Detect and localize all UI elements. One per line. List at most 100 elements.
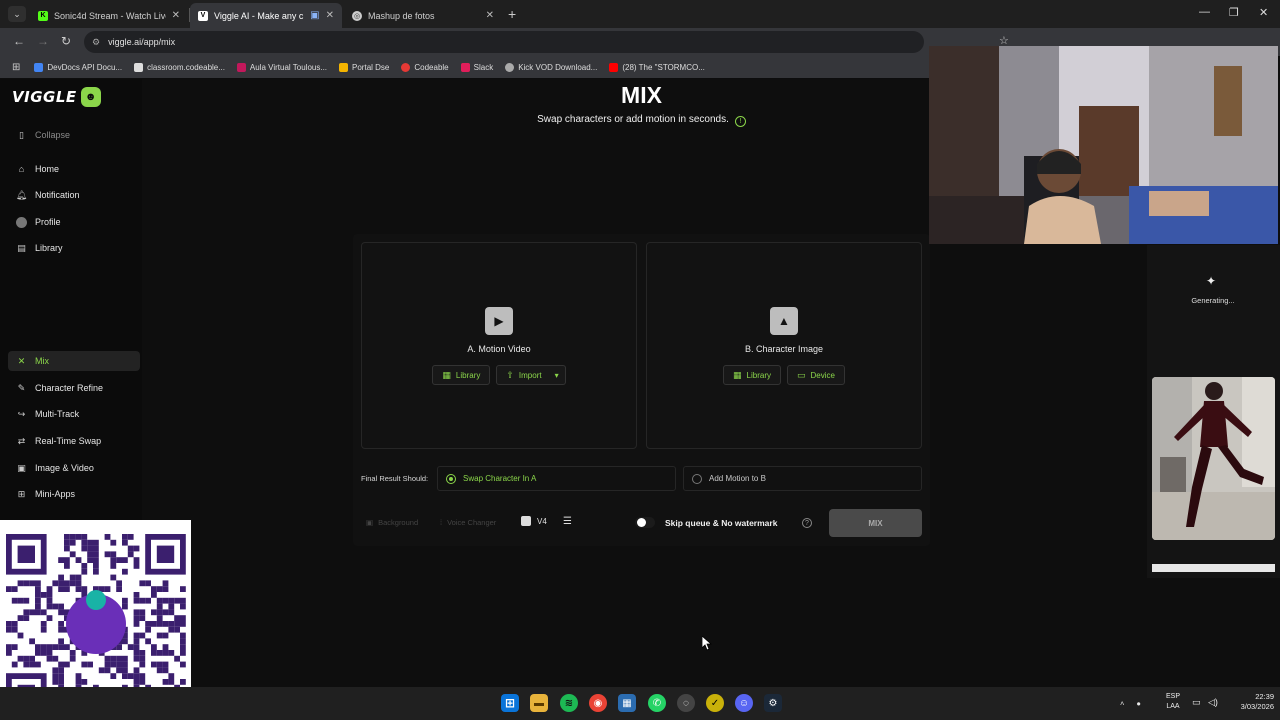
sidebar-item-image-video[interactable]: ▣ Image & Video [8,458,140,478]
add-motion-option[interactable]: Add Motion to B [683,466,922,491]
motion-video-dropzone[interactable]: ▶ A. Motion Video ▦ Library ⇧ Import ▾ [361,242,637,449]
tab-label: Viggle AI - Make any chara [214,10,304,21]
site-info-icon[interactable]: ⚙ [92,37,100,48]
result-thumbnail-partial[interactable] [1152,564,1275,572]
bookmark-label: Slack [473,62,494,72]
close-icon[interactable]: ✕ [486,10,494,21]
file-explorer-icon[interactable]: ▬ [530,694,548,712]
steam-icon[interactable]: ⚙ [764,694,782,712]
taskbar-clock[interactable]: 22:39 3/03/2026 [1224,692,1274,712]
new-tab-button[interactable]: + [508,6,516,22]
info-icon[interactable]: ! [734,116,746,127]
close-icon[interactable]: ✕ [172,10,180,21]
back-arrow-icon[interactable]: ← [13,34,25,48]
whatsapp-icon[interactable]: ✆ [648,694,666,712]
chevron-up-icon[interactable]: ˄ [1120,699,1124,708]
model-selector[interactable]: V4 [521,516,547,526]
cube-icon [521,516,531,526]
help-icon[interactable]: ? [802,518,812,528]
bookmark-portal-dse[interactable]: Portal Dse [339,62,389,72]
result-thumbnail[interactable] [1152,377,1275,540]
swap-icon: ⇄ [17,435,26,446]
apps-grid-icon[interactable]: ⊞ [12,62,20,73]
skip-queue-toggle[interactable] [635,517,655,528]
volume-icon[interactable]: ◁) [1208,697,1218,708]
device-button[interactable]: ▭ Device [787,365,845,385]
spotify-icon[interactable]: ≋ [560,694,578,712]
settings-sliders-icon[interactable]: ☰ [561,515,574,528]
tab-sonic4d[interactable]: K Sonic4d Stream - Watch Live on ✕ [30,3,188,28]
tab-label: Sonic4d Stream - Watch Live on [54,10,166,21]
language-indicator[interactable]: ESP LAA [1160,692,1186,712]
sidebar-item-label: Multi-Track [35,409,80,419]
character-image-actions: ▦ Library ▭ Device [647,365,921,385]
system-tray: ˄ ● [1120,691,1141,715]
tab-mashup[interactable]: ◎ Mashup de fotos ✕ [344,3,502,28]
sidebar-item-real-time-swap[interactable]: ⇄ Real-Time Swap [8,431,140,451]
viggle-logo[interactable]: VIGGLE ☻ [12,87,101,107]
restore-icon[interactable]: ❐ [1229,6,1239,19]
skip-queue-label: Skip queue & No watermark [665,518,778,528]
bookmark-aula-virtual[interactable]: Aula Virtual Toulous... [236,62,327,72]
character-library-button[interactable]: ▦ Library [723,365,781,385]
collapse-button[interactable]: ▯ Collapse [8,125,140,145]
close-icon[interactable]: ✕ [326,10,334,21]
photos-icon[interactable]: ▦ [618,694,636,712]
model-label: V4 [537,516,547,526]
character-image-dropzone[interactable]: ▲ B. Character Image ▦ Library ▭ Device [646,242,922,449]
norton-icon[interactable]: ✓ [706,694,724,712]
address-bar[interactable]: ⚙ viggle.ai/app/mix [84,31,924,53]
microphone-icon[interactable]: ● [1136,699,1141,708]
network-icon[interactable]: ▭ [1192,697,1201,708]
voice-changer-option[interactable]: ⁞ Voice Changer [440,518,496,527]
sidebar-collapse-icon: ▯ [19,129,24,140]
button-label: Library [746,370,771,380]
background-icon: ▣ [366,518,374,527]
radio-unselected-icon [692,473,702,484]
reload-icon[interactable]: ↻ [61,34,71,48]
background-option[interactable]: ▣ Background [366,518,418,527]
windows-start-icon[interactable]: ⊞ [501,694,519,712]
brand-wordmark: VIGGLE [12,88,77,106]
collapse-label: Collapse [35,130,71,140]
sidebar-item-multi-track[interactable]: ↪ Multi-Track [8,404,140,424]
sidebar-item-mix[interactable]: ✕ Mix [8,351,140,371]
toggle-knob [637,518,646,527]
sidebar-item-label: Image & Video [35,463,94,473]
import-dropdown-button[interactable]: ▾ [548,365,566,385]
sidebar-item-notification[interactable]: 🔔︎ Notification [8,185,140,205]
swap-character-option[interactable]: Swap Character In A [437,466,676,491]
window-close-icon[interactable]: ✕ [1259,6,1268,19]
forward-arrow-icon[interactable]: → [37,34,49,48]
url-text: viggle.ai/app/mix [108,37,176,47]
bookmark-slack[interactable]: Slack [460,62,494,72]
kick-icon: K [38,10,48,21]
app-icon[interactable]: ◌ [677,694,695,712]
youtube-icon [609,62,619,72]
classroom-icon [134,62,144,72]
bookmark-kick-vod[interactable]: Kick VOD Download... [505,62,597,72]
bookmark-codeable[interactable]: Codeable [401,62,449,72]
bookmark-youtube[interactable]: (28) The "STORMCO... [609,62,705,72]
sidebar-item-profile[interactable]: Profile [8,212,140,232]
keyboard-layout: LAA [1166,703,1180,710]
sidebar-item-character-refine[interactable]: ✎ Character Refine [8,378,140,398]
bookmark-devdocs[interactable]: DevDocs API Docu... [34,62,122,72]
tab-viggle[interactable]: V Viggle AI - Make any chara ▣ ✕ [190,3,342,28]
motion-library-button[interactable]: ▦ Library [432,365,491,385]
mix-button[interactable]: MIX [829,509,922,537]
discord-icon[interactable]: ☺ [735,694,753,712]
sidebar-item-mini-apps[interactable]: ⊞ Mini-Apps [8,484,140,504]
language-code: ESP [1165,693,1180,700]
bell-icon: 🔔︎ [15,189,28,200]
aula-icon [236,62,246,72]
import-button[interactable]: ⇧ Import [496,365,552,385]
minimize-icon[interactable]: — [1199,6,1210,18]
sidebar-item-library[interactable]: ▤ Library [8,238,140,258]
library-icon: ▤ [17,242,26,253]
bookmark-classroom[interactable]: classroom.codeable... [134,62,225,72]
chrome-icon[interactable]: ◉ [589,694,607,712]
grid-icon: ⊞ [17,488,26,499]
tab-search-button[interactable]: ⌄ [8,6,26,22]
sidebar-item-home[interactable]: ⌂ Home [8,159,140,179]
